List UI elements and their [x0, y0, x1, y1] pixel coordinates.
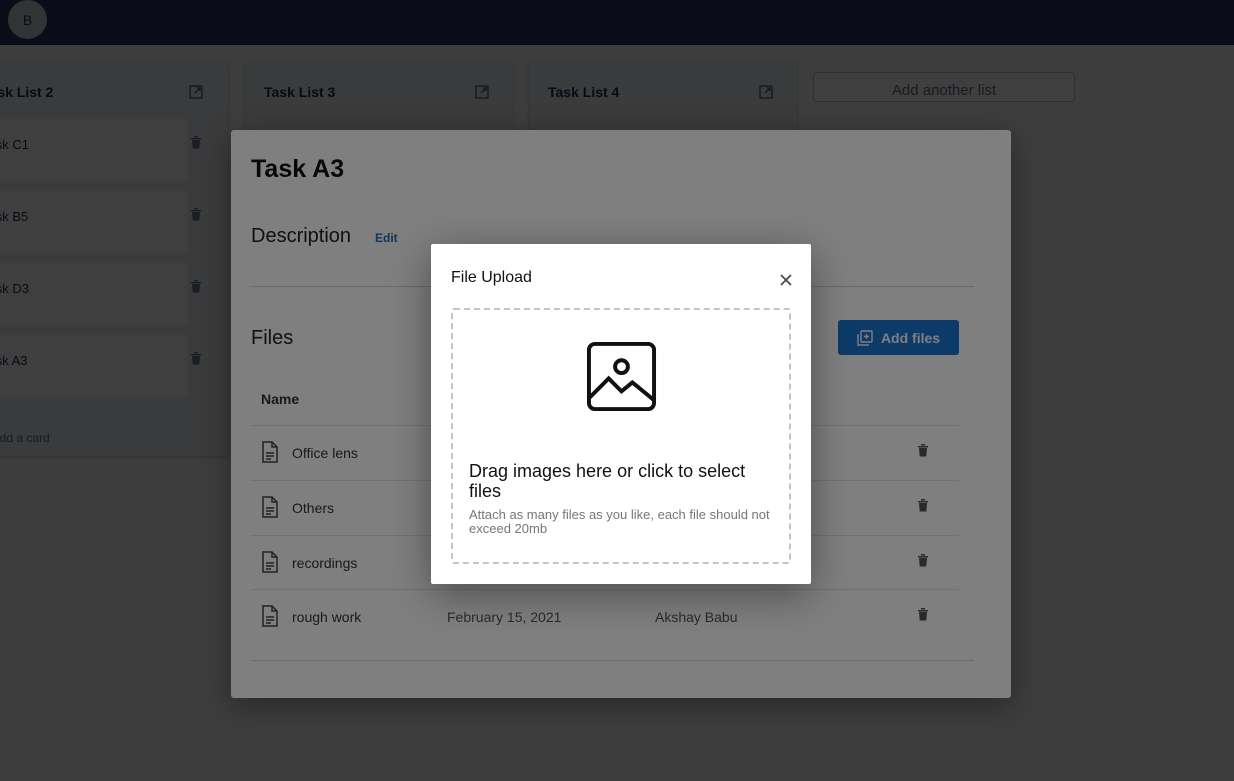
dropzone-hint: Attach as many files as you like, each f… [469, 507, 770, 536]
modal-title: File Upload [451, 269, 532, 286]
close-icon [780, 274, 792, 286]
close-button[interactable] [775, 269, 797, 291]
image-icon [586, 341, 657, 412]
file-dropzone[interactable]: Drag images here or click to select file… [451, 308, 791, 564]
file-upload-modal: File Upload Drag images here or click to… [431, 244, 811, 584]
dropzone-title: Drag images here or click to select file… [469, 461, 746, 501]
